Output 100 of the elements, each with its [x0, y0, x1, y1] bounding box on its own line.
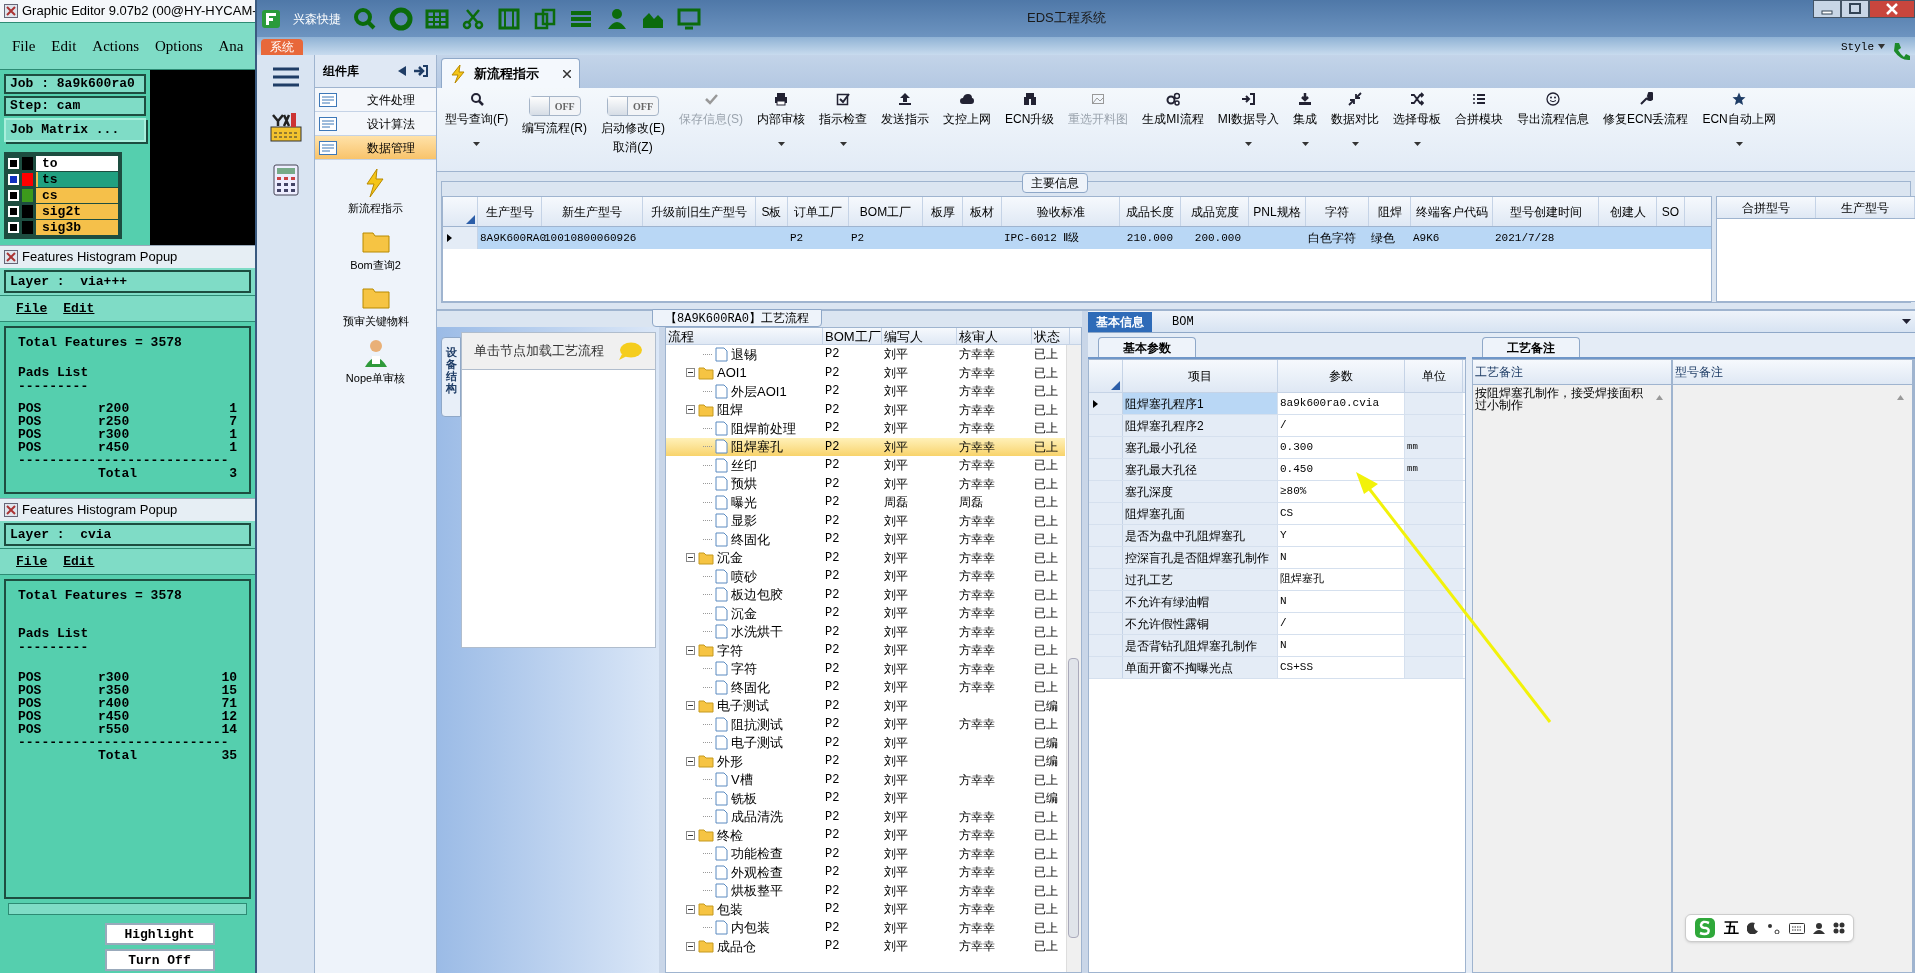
tree-row[interactable]: 内包装 P2 刘平 方幸幸 已上: [666, 918, 1065, 937]
phone-icon[interactable]: [1891, 41, 1911, 61]
table-row[interactable]: 塞孔深度 ≥80%: [1089, 481, 1465, 503]
column-header[interactable]: 型号创建时间: [1493, 197, 1599, 226]
toolbar-button[interactable]: 数据对比: [1331, 92, 1380, 146]
toolbar-button[interactable]: 文控上网: [943, 92, 991, 128]
splitter-handle[interactable]: [659, 327, 665, 973]
table-row[interactable]: 塞孔最小孔径 0.300 mm: [1089, 437, 1465, 459]
column-header[interactable]: 成品长度: [1120, 197, 1181, 226]
table-row[interactable]: 不允许假性露铜 /: [1089, 613, 1465, 635]
tree-row[interactable]: V槽 P2 刘平 方幸幸 已上: [666, 770, 1065, 789]
collapse-icon[interactable]: [686, 645, 695, 655]
column-header[interactable]: 生产型号: [478, 197, 542, 226]
table-row[interactable]: 不允许有绿油帽 N: [1089, 591, 1465, 613]
table-row[interactable]: 8A9K600RA010010800060926 P2 P2 IPC-6012 Ⅱ级 210.000 200.000 白色字符 绿色 A9K6 2021/7/28: [443, 227, 1711, 249]
tool-button[interactable]: 新流程指示: [315, 168, 436, 217]
column-header[interactable]: 终端客户代码: [1411, 197, 1493, 226]
sign-in-icon[interactable]: [414, 65, 428, 77]
table-row[interactable]: 塞孔最大孔径 0.450 mm: [1089, 459, 1465, 481]
tree-row[interactable]: 字符 P2 刘平 方幸幸 已上: [666, 659, 1065, 678]
table-row[interactable]: 是否背钻孔阻焊塞孔制作 N: [1089, 635, 1465, 657]
menu-item[interactable]: Edit: [51, 34, 77, 58]
column-header[interactable]: BOM工厂: [849, 197, 923, 226]
toolbar-button[interactable]: 导出流程信息: [1517, 92, 1590, 128]
tree-row[interactable]: 外形 P2 刘平 已编: [666, 752, 1065, 771]
layer-checkbox[interactable]: [8, 190, 19, 201]
tool-button[interactable]: Nope单审核: [315, 337, 436, 386]
collapse-icon[interactable]: [686, 368, 695, 378]
side-tab[interactable]: 设备结构: [441, 337, 461, 417]
toggle-switch[interactable]: OFF: [528, 96, 581, 116]
tree-row[interactable]: 丝印 P2 刘平 方幸幸 已上: [666, 456, 1065, 475]
tree-row[interactable]: 外观检查 P2 刘平 方幸幸 已上: [666, 863, 1065, 882]
caret-icon[interactable]: [1902, 319, 1911, 324]
tree-row[interactable]: 成品清洗 P2 刘平 方幸幸 已上: [666, 807, 1065, 826]
column-header[interactable]: 工艺备注: [1473, 360, 1671, 385]
column-header[interactable]: BOM工厂: [823, 328, 882, 344]
menu-item[interactable]: File: [12, 34, 36, 58]
tree-row[interactable]: 喷砂 P2 刘平 方幸幸 已上: [666, 567, 1065, 586]
tree-row[interactable]: 字符 P2 刘平 方幸幸 已上: [666, 641, 1065, 660]
tree-row[interactable]: 电子测试 P2 刘平 已编: [666, 733, 1065, 752]
table-row[interactable]: 阻焊塞孔程序1 8a9k600ra0.cvia: [1089, 393, 1465, 415]
menu-item[interactable]: Edit: [63, 298, 95, 319]
tree-row[interactable]: 沉金 P2 刘平 方幸幸 已上: [666, 548, 1065, 567]
column-header[interactable]: 成品宽度: [1181, 197, 1249, 226]
tree-row[interactable]: 终检 P2 刘平 方幸幸 已上: [666, 826, 1065, 845]
toggle-switch[interactable]: OFF: [607, 96, 659, 116]
column-header[interactable]: S板: [756, 197, 788, 226]
layer-checkbox[interactable]: [8, 158, 19, 169]
collapse-icon[interactable]: [686, 756, 695, 766]
tree-row[interactable]: 预烘 P2 刘平 方幸幸 已上: [666, 474, 1065, 493]
tree-row[interactable]: 板边包胶 P2 刘平 方幸幸 已上: [666, 585, 1065, 604]
tree-row[interactable]: 外层AOI1 P2 刘平 方幸幸 已上: [666, 382, 1065, 401]
layer-checkbox[interactable]: [8, 174, 19, 185]
close-icon[interactable]: [1869, 0, 1915, 18]
detail-tab[interactable]: BOM: [1164, 312, 1202, 332]
column-header[interactable]: PNL规格: [1249, 197, 1306, 226]
horizontal-scrollbar[interactable]: [8, 903, 247, 915]
toolbar-button[interactable]: 修复ECN丢流程: [1603, 92, 1689, 128]
menu-item[interactable]: File: [16, 298, 48, 319]
layer-row[interactable]: sig3b: [36, 220, 118, 235]
table-row[interactable]: 阻焊塞孔面 CS: [1089, 503, 1465, 525]
toolbar-button[interactable]: 生成MI流程: [1142, 92, 1204, 128]
column-header[interactable]: 板厚: [923, 197, 963, 226]
collapse-icon[interactable]: [686, 405, 695, 415]
collapse-icon[interactable]: [686, 701, 695, 711]
column-header[interactable]: 板材: [963, 197, 1002, 226]
tree-row[interactable]: 阻焊塞孔 P2 刘平 方幸幸 已上: [666, 437, 1065, 456]
panel-tab[interactable]: 基本参数: [1098, 337, 1196, 357]
column-header[interactable]: 合拼型号: [1717, 197, 1816, 218]
layer-row[interactable]: sig2t: [36, 204, 118, 219]
toolbar-button[interactable]: 发送指示: [881, 92, 929, 128]
tree-row[interactable]: 包装 P2 刘平 方幸幸 已上: [666, 900, 1065, 919]
column-header[interactable]: 创建人: [1599, 197, 1657, 226]
ime-toolbar[interactable]: 五: [1685, 914, 1854, 942]
editor-button[interactable]: Highlight: [104, 923, 215, 945]
toolbar-button[interactable]: ECN自动上网: [1702, 92, 1776, 146]
sidebar-item[interactable]: 设计算法: [315, 112, 436, 136]
column-header[interactable]: 新生产型号: [542, 197, 643, 226]
menu-item[interactable]: Ana: [218, 34, 244, 58]
collapse-icon[interactable]: [686, 941, 695, 951]
toolbar-button[interactable]: ECN升级: [1005, 92, 1055, 128]
menu-item[interactable]: Actions: [92, 34, 139, 58]
style-menu[interactable]: Style: [1841, 38, 1874, 55]
collapse-icon[interactable]: [686, 830, 695, 840]
tree-row[interactable]: 水洗烘干 P2 刘平 方幸幸 已上: [666, 622, 1065, 641]
job-matrix-button[interactable]: Job Matrix ...: [4, 118, 146, 142]
editor-button[interactable]: Turn Off: [104, 949, 215, 971]
menu-item[interactable]: Edit: [63, 551, 95, 572]
tool-button[interactable]: Bom查询2: [315, 224, 436, 273]
tree-row[interactable]: 功能检查 P2 刘平 方幸幸 已上: [666, 844, 1065, 863]
menu-item[interactable]: File: [16, 551, 48, 572]
layer-row[interactable]: to: [36, 156, 118, 171]
table-row[interactable]: 阻焊塞孔程序2 /: [1089, 415, 1465, 437]
column-header[interactable]: 状态: [1032, 328, 1070, 344]
toolbar-button[interactable]: 选择母板: [1393, 92, 1442, 146]
tool-button[interactable]: 预审关键物料: [315, 281, 436, 330]
tree-row[interactable]: AOI1 P2 刘平 方幸幸 已上: [666, 363, 1065, 382]
detail-tab[interactable]: 基本信息: [1088, 312, 1152, 332]
collapse-icon[interactable]: [686, 904, 695, 914]
panel-tab[interactable]: 工艺备注: [1482, 337, 1580, 357]
